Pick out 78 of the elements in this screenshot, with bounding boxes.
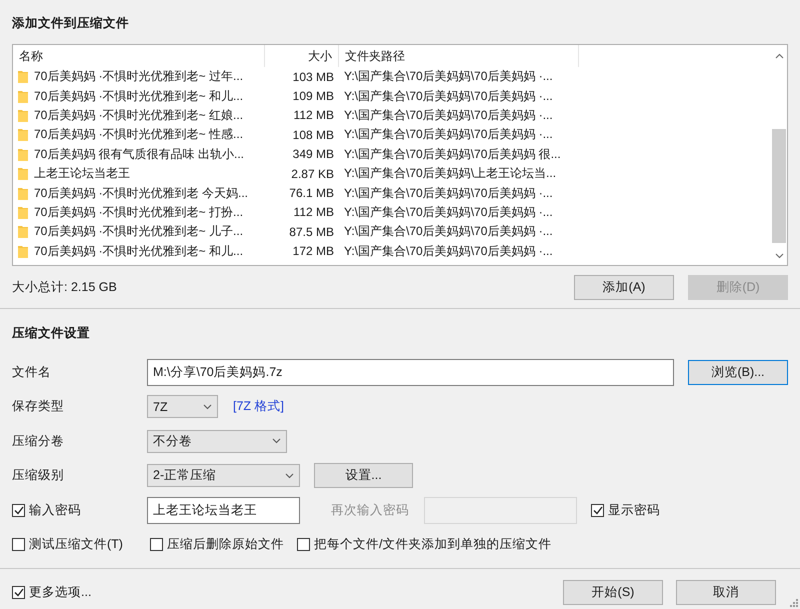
column-header[interactable]: 大小 [265,45,339,67]
chevron-down-icon [272,438,281,444]
scrollbar-thumb[interactable] [772,129,786,243]
path-cell-text: Y:\国产集合\70后美妈妈\70后美妈妈 ·... [343,223,554,240]
folder-icon [18,90,28,103]
folder-icon [18,70,28,84]
folder-icon [18,167,28,180]
path-cell-text: Y:\国产集合\70后美妈妈\70后美妈妈 很... [343,146,562,163]
path-cell-text: Y:\国产集合\70后美妈妈\70后美妈妈 ·... [343,106,554,124]
total-size: 大小总计: 2.15 GB [12,278,118,296]
browse-button[interactable]: 浏览(B)... [688,360,788,385]
column-header[interactable]: 文件夹路径 [339,45,579,67]
path-cell-text: Y:\国产集合\70后美妈妈\70后美妈妈 ·... [343,204,554,221]
folder-icon [18,186,28,200]
level-dropdown[interactable]: 2-正常压缩 [147,464,300,488]
option-checkbox[interactable]: 把每个文件/文件夹添加到单独的压缩文件 [297,536,597,554]
password-field[interactable]: 上老王论坛当老王 [147,496,300,524]
scroll-up-icon[interactable] [774,53,784,59]
check-icon [14,588,24,596]
field-label: 压缩分卷 [12,432,65,450]
size-cell-text: 349 MB [292,147,335,162]
file-name-cell[interactable]: 70后美妈妈 ·不惧时光优雅到老~ 打扮... [13,204,265,221]
show-password-checkbox[interactable]: 显示密码 [591,502,660,519]
file-name-cell[interactable]: 70后美妈妈 ·不惧时光优雅到老~ 和儿... [13,88,265,105]
folder-icon [18,244,28,258]
filename-field[interactable]: M:\分享\70后美妈妈.7z [147,358,674,386]
folder-icon [18,225,28,238]
folder-icon [18,148,28,161]
folder-icon [18,206,28,219]
check-icon [592,506,602,515]
path-cell-text: Y:\国产集合\70后美妈妈\上老王论坛当... [343,165,558,182]
chevron-down-icon [285,472,294,479]
size-cell-text: 87.5 MB [288,224,335,239]
size-cell-text: 103 MB [292,70,335,84]
file-name-cell[interactable]: 70后美妈妈 很有气质很有品味 出轨小... [13,146,265,163]
size-cell-text: 2.87 KB [290,166,335,181]
start-button[interactable]: 开始(S) [563,580,663,604]
file-name-cell[interactable]: 70后美妈妈 ·不惧时光优雅到老~ 性感... [13,126,265,144]
field-label: 文件名 [12,364,52,381]
chevron-down-icon [203,404,212,410]
more-options-checkbox[interactable]: 更多选项... [12,584,563,600]
password-checkbox[interactable]: 输入密码 [12,502,147,519]
file-name-cell[interactable]: 70后美妈妈 ·不惧时光优雅到老 今天妈... [13,184,265,202]
size-cell-text: 76.1 MB [288,186,335,200]
section-title: 压缩文件设置 [12,324,91,342]
size-cell-text: 172 MB [292,244,335,258]
split-dropdown[interactable]: 不分卷 [147,430,287,453]
format-link[interactable]: [7Z 格式] [233,398,284,416]
file-name-cell[interactable]: 70后美妈妈 ·不惧时光优雅到老~ 儿子... [13,223,265,240]
folder-icon [18,108,28,122]
add-button[interactable]: 添加(A) [574,274,674,300]
field-label: 再次输入密码 [331,502,410,519]
check-icon [14,506,24,515]
cancel-button[interactable]: 取消 [676,580,776,604]
file-name-cell[interactable]: 70后美妈妈 ·不惧时光优雅到老~ 和儿... [13,242,265,260]
file-name-cell[interactable]: 上老王论坛当老王 [13,165,265,182]
size-cell-text: 112 MB [292,108,335,122]
option-checkbox[interactable]: 压缩后删除原始文件 [150,536,297,554]
column-header[interactable]: 名称 [13,45,265,67]
size-cell-text: 109 MB [292,89,335,104]
option-checkbox[interactable]: 测试压缩文件(T) [12,536,150,554]
file-name-cell[interactable]: 70后美妈妈 ·不惧时光优雅到老~ 红娘... [13,106,265,124]
field-label: 保存类型 [12,398,65,416]
file-name-cell[interactable]: 70后美妈妈 ·不惧时光优雅到老~ 过年... [13,68,265,86]
resize-grip-icon[interactable] [790,599,798,607]
field-label: 压缩级别 [12,467,65,484]
folder-icon [18,128,28,142]
path-cell-text: Y:\国产集合\70后美妈妈\70后美妈妈 ·... [343,68,554,86]
type-dropdown[interactable]: 7Z [147,395,218,418]
path-cell-text: Y:\国产集合\70后美妈妈\70后美妈妈 ·... [343,126,554,144]
size-cell-text: 112 MB [292,205,335,220]
section-title: 添加文件到压缩文件 [12,14,130,32]
size-cell-text: 108 MB [292,128,335,142]
path-cell-text: Y:\国产集合\70后美妈妈\70后美妈妈 ·... [343,242,554,260]
scroll-down-icon[interactable] [774,253,784,259]
path-cell-text: Y:\国产集合\70后美妈妈\70后美妈妈 ·... [343,88,554,105]
settings-button[interactable]: 设置... [314,463,413,488]
path-cell-text: Y:\国产集合\70后美妈妈\70后美妈妈 ·... [343,184,554,202]
